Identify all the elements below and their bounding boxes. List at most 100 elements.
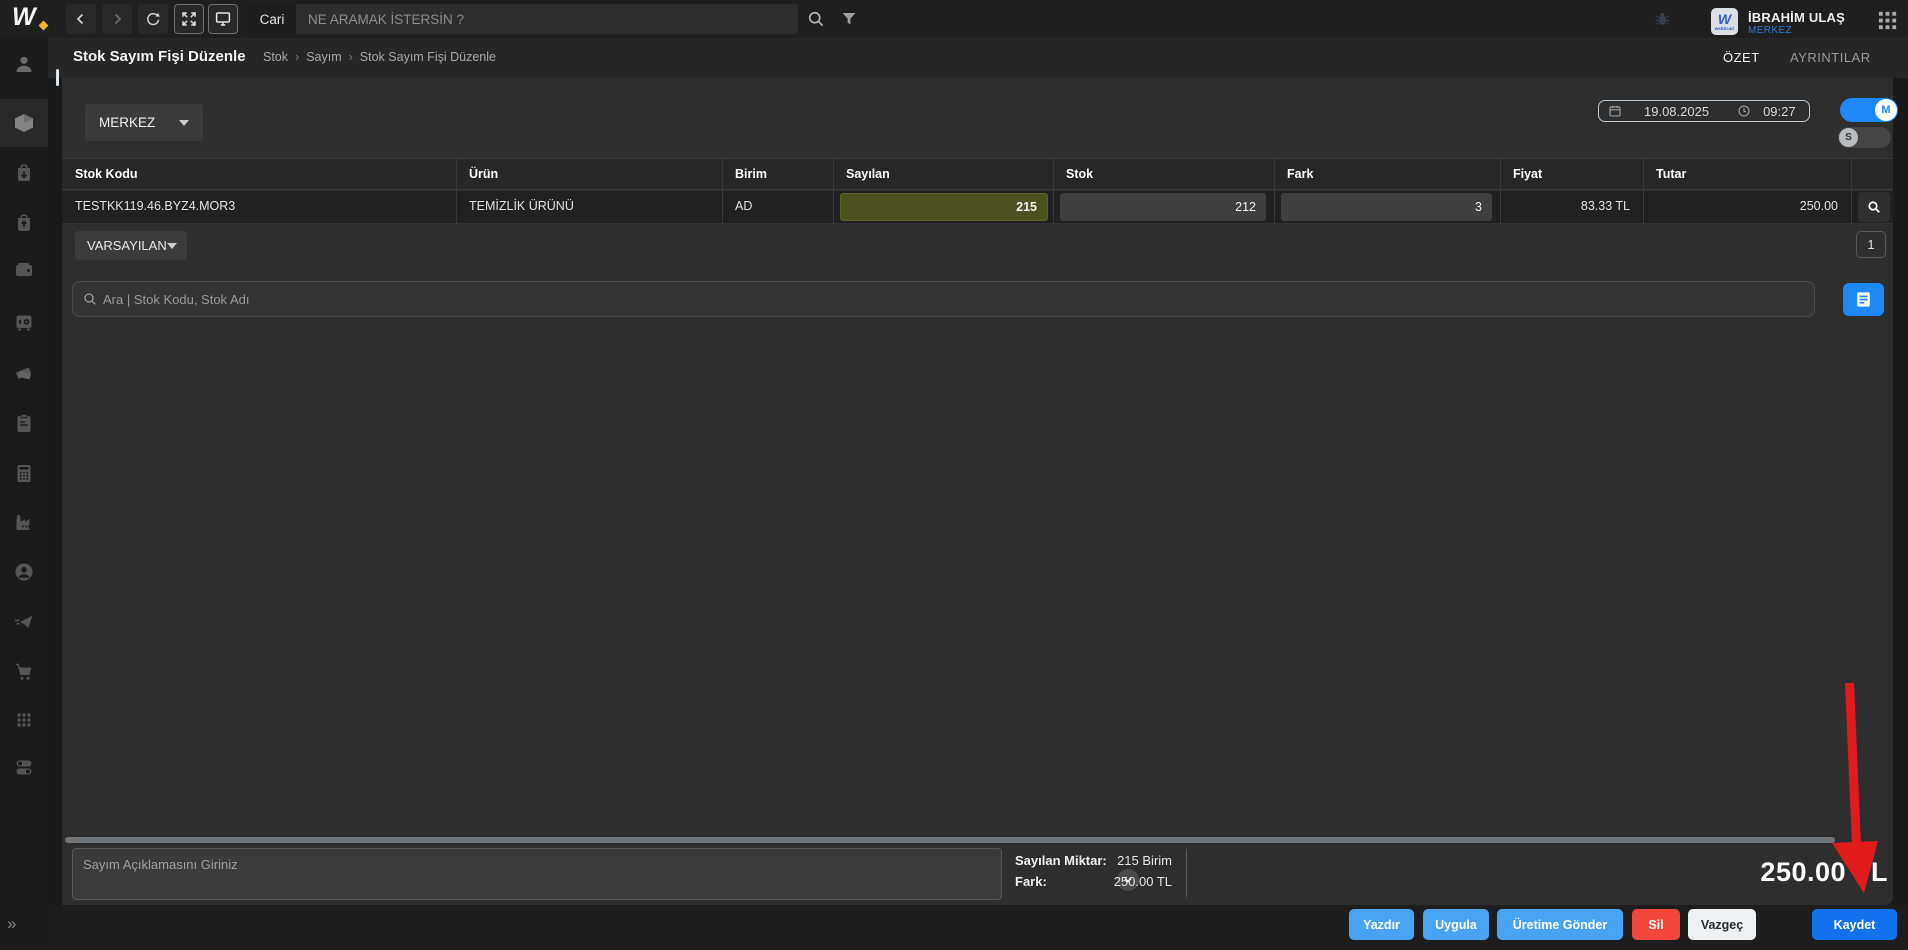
sidebar-item-settings-toggles-icon[interactable] — [13, 756, 35, 778]
group-dropdown-label: VARSAYILAN — [87, 238, 167, 253]
sidebar-item-safe-icon[interactable] — [13, 311, 35, 333]
magnifier-icon — [1868, 201, 1880, 213]
count-note-textarea[interactable] — [72, 848, 1002, 900]
vazgec-button[interactable]: Vazgeç — [1688, 909, 1756, 940]
user-branch: MERKEZ — [1748, 25, 1793, 36]
expand-icon — [182, 12, 196, 26]
cell-fark[interactable]: 3 — [1281, 193, 1492, 221]
sidebar-scrollbar-thumb[interactable] — [56, 69, 59, 86]
chevron-right-icon — [114, 13, 122, 25]
breadcrumb-item[interactable]: Stok — [263, 50, 288, 64]
total-label: Fark — [1838, 843, 1862, 857]
uygula-button[interactable]: Uygula — [1423, 909, 1489, 940]
sidebar-item-tickets-icon[interactable] — [13, 362, 35, 384]
column-divider — [722, 158, 723, 224]
date-value: 19.08.2025 — [1644, 103, 1710, 119]
cell-stok[interactable]: 212 — [1060, 193, 1266, 221]
search-icon[interactable] — [806, 9, 826, 29]
monitor-button[interactable] — [208, 4, 238, 34]
column-divider — [1053, 158, 1054, 224]
branch-dropdown-label: MERKEZ — [99, 115, 156, 130]
sidebar-item-purchases-icon[interactable] — [13, 161, 35, 183]
sidebar-item-calculator-icon[interactable] — [13, 462, 35, 484]
cell-stok-kodu: TESTKK119.46.BYZ4.MOR3 — [75, 199, 236, 213]
sidebar-item-clipboard-icon[interactable] — [13, 412, 35, 434]
header-tutar[interactable]: Tutar — [1656, 167, 1686, 181]
search-icon — [84, 293, 96, 305]
header-fark[interactable]: Fark — [1287, 167, 1313, 181]
document-list-icon — [1857, 292, 1870, 307]
filter-icon[interactable] — [840, 10, 858, 28]
toggle-m[interactable]: M — [1840, 98, 1898, 122]
column-divider — [1500, 158, 1501, 224]
refresh-button[interactable] — [138, 4, 168, 34]
total-value: 250.00 TL — [1760, 857, 1888, 887]
date-time-field[interactable]: 19.08.2025 09:27 — [1598, 100, 1810, 122]
cell-sayilan-input[interactable]: 215 — [840, 193, 1048, 221]
column-divider — [833, 158, 834, 224]
column-divider — [1643, 158, 1644, 224]
sil-button[interactable]: Sil — [1632, 909, 1680, 940]
apps-grid-icon[interactable] — [1876, 9, 1899, 32]
header-stok[interactable]: Stok — [1066, 167, 1093, 181]
global-search-input[interactable] — [296, 4, 798, 34]
uretime-gonder-button[interactable]: Üretime Gönder — [1497, 909, 1623, 940]
refresh-icon — [147, 12, 160, 26]
cell-urun: TEMİZLİK ÜRÜNÜ — [469, 199, 574, 213]
forward-button[interactable] — [102, 4, 132, 34]
summary-counted-value: 215 Birim — [1117, 853, 1172, 868]
sidebar-item-send-icon[interactable] — [13, 611, 35, 633]
sidebar-item-stock-cube-icon[interactable] — [13, 112, 35, 134]
avatar[interactable]: W webticari — [1711, 8, 1738, 35]
page-title: Stok Sayım Fişi Düzenle — [73, 48, 246, 65]
stock-search-input[interactable] — [72, 281, 1815, 317]
table-header-row — [62, 158, 1893, 190]
summary-diff-value: 250.00 TL — [1113, 874, 1172, 889]
sidebar-item-user-icon[interactable] — [13, 53, 35, 75]
toggle-m-knob: M — [1875, 99, 1897, 121]
row-search-button[interactable] — [1858, 192, 1890, 222]
header-urun[interactable]: Ürün — [469, 167, 498, 181]
breadcrumb-item[interactable]: Sayım — [306, 50, 341, 64]
toggle-s[interactable]: S — [1838, 127, 1891, 148]
calendar-icon — [1609, 105, 1621, 117]
sidebar-item-wallet-icon[interactable] — [13, 259, 35, 281]
header-birim[interactable]: Birim — [735, 167, 767, 181]
column-divider — [456, 158, 457, 224]
monitor-icon — [215, 12, 231, 26]
cell-birim: AD — [735, 199, 753, 213]
cari-button[interactable]: Cari — [248, 4, 296, 34]
tab-ozet[interactable]: ÖZET — [1723, 50, 1760, 65]
toggle-s-knob: S — [1839, 128, 1858, 147]
yazdir-button[interactable]: Yazdır — [1349, 909, 1414, 940]
back-button[interactable] — [66, 4, 96, 34]
branch-dropdown[interactable]: MERKEZ — [85, 104, 203, 141]
header-sayilan[interactable]: Sayılan — [846, 167, 890, 181]
sidebar-item-cart-icon[interactable] — [13, 661, 35, 683]
breadcrumb-separator: › — [295, 50, 300, 64]
breadcrumb-item: Stok Sayım Fişi Düzenle — [359, 50, 496, 64]
avatar-subtext: webticari — [1714, 25, 1735, 31]
sidebar-item-production-icon[interactable] — [13, 511, 35, 533]
avatar-letter: W — [1717, 10, 1732, 27]
breadcrumb[interactable]: Stok › Sayım › Stok Sayım Fişi Düzenle — [263, 50, 496, 64]
list-view-button[interactable] — [1843, 283, 1884, 316]
sidebar-item-personnel-icon[interactable] — [13, 561, 35, 583]
cell-tutar: 250.00 — [1799, 199, 1838, 213]
sidebar-item-modules-icon[interactable] — [13, 709, 35, 731]
bug-icon[interactable] — [1653, 10, 1672, 28]
caret-down-icon — [179, 119, 189, 126]
group-dropdown[interactable]: VARSAYILAN — [75, 231, 187, 260]
caret-down-icon — [166, 242, 177, 249]
chevron-left-icon — [76, 13, 84, 25]
header-stok-kodu[interactable]: Stok Kodu — [75, 167, 138, 181]
header-fiyat[interactable]: Fiyat — [1513, 167, 1542, 181]
expand-button[interactable] — [174, 4, 204, 34]
app-logo[interactable]: W — [12, 3, 36, 32]
sidebar-item-sales-icon[interactable] — [13, 211, 35, 233]
tab-ayrintilar[interactable]: AYRINTILAR — [1790, 50, 1871, 65]
horizontal-scrollbar[interactable] — [65, 837, 1835, 843]
sidebar-expand-chevrons[interactable]: » — [7, 914, 16, 934]
kaydet-button[interactable]: Kaydet — [1812, 909, 1897, 940]
user-name: İBRAHİM ULAŞ — [1748, 10, 1846, 25]
